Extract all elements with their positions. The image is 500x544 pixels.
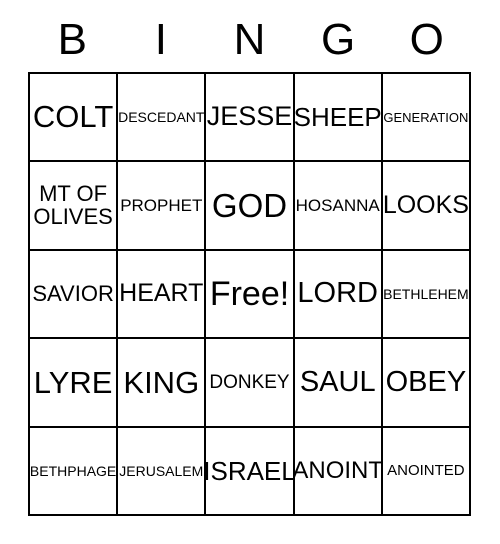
bingo-cell-label: MT OF OLIVES [33, 181, 113, 229]
bingo-cell-label: BETHPHAGE [30, 462, 117, 479]
bingo-cell[interactable]: JERUSALEM [118, 427, 207, 516]
bingo-cell[interactable]: SAUL [294, 339, 383, 428]
bingo-cell-label: HOSANNA [295, 195, 380, 215]
bingo-cell-label: JERUSALEM [119, 462, 204, 479]
bingo-cell[interactable]: OBEY [382, 339, 471, 428]
bingo-free-space-cell[interactable]: Free! [206, 250, 295, 340]
bingo-cell-label: SAUL [299, 365, 376, 398]
bingo-cell-label: LOOKS [382, 190, 469, 219]
bingo-cell[interactable]: SAVIOR [30, 250, 119, 340]
bingo-cell-label: GOD [211, 186, 288, 224]
bingo-cell[interactable]: ISRAEL [206, 427, 295, 516]
bingo-cell-label: Free! [209, 274, 290, 313]
bingo-cell[interactable]: LYRE [30, 339, 119, 428]
bingo-cell[interactable]: LOOKS [382, 162, 471, 251]
bingo-cell[interactable]: GENERATION [382, 74, 471, 163]
bingo-cell-label: SAVIOR [32, 280, 114, 306]
bingo-cell-label: COLT [32, 99, 114, 135]
bingo-cell[interactable]: JESSE [206, 74, 295, 163]
bingo-cell[interactable]: ANOINTED [382, 427, 471, 516]
bingo-cell[interactable]: BETHPHAGE [30, 427, 119, 516]
bingo-cell-label: BETHLEHEM [383, 285, 469, 302]
bingo-cell[interactable]: KING [118, 339, 207, 428]
bingo-cell[interactable]: DESCEDANT [118, 74, 207, 163]
bingo-cell-label: PROPHET [120, 195, 203, 215]
bingo-cell-label: LYRE [33, 364, 113, 400]
bingo-cell-label: ANOINTED [387, 462, 465, 480]
bingo-header-row: BINGO [28, 8, 471, 72]
bingo-cell[interactable]: MT OF OLIVES [30, 162, 119, 251]
bingo-header-letter-o: O [409, 15, 444, 64]
bingo-cell-label: HEART [119, 279, 204, 308]
bingo-cell[interactable]: PROPHET [118, 162, 207, 251]
bingo-cell-label: DONKEY [209, 371, 290, 393]
bingo-cell[interactable]: DONKEY [206, 339, 295, 428]
bingo-cell[interactable]: ANOINT [294, 427, 383, 516]
bingo-cell[interactable]: HOSANNA [294, 162, 383, 251]
bingo-header-letter-b: B [57, 15, 87, 64]
bingo-cell-label: DESCEDANT [118, 109, 205, 126]
bingo-cell-label: OBEY [385, 365, 467, 398]
bingo-cell[interactable]: SHEEP [294, 74, 383, 163]
bingo-cell[interactable]: COLT [30, 74, 119, 163]
bingo-cell-label: SHEEP [294, 101, 382, 132]
bingo-cell[interactable]: GOD [206, 162, 295, 251]
bingo-header-letter-g: G [320, 15, 356, 64]
bingo-cell-label: ANOINT [294, 456, 383, 484]
bingo-cell-label: LORD [297, 277, 378, 310]
bingo-cell[interactable]: HEART [118, 250, 207, 340]
bingo-cell[interactable]: BETHLEHEM [382, 250, 471, 340]
bingo-header-letter-n: N [233, 15, 266, 64]
bingo-cell-label: KING [123, 364, 200, 400]
bingo-grid: COLT DESCEDANT JESSE SHEEP GENERATION MT OF O… [28, 72, 471, 516]
bingo-cell-label: ISRAEL [206, 455, 295, 486]
bingo-cell-label: JESSE [206, 101, 293, 132]
bingo-card: B I N G O COLT DESCEDANT JESSE SHEEP GENERATION M… [28, 8, 471, 516]
bingo-cell[interactable]: LORD [294, 250, 383, 340]
bingo-header-letter-i: I [154, 15, 167, 64]
bingo-cell-label: GENERATION [383, 109, 469, 125]
